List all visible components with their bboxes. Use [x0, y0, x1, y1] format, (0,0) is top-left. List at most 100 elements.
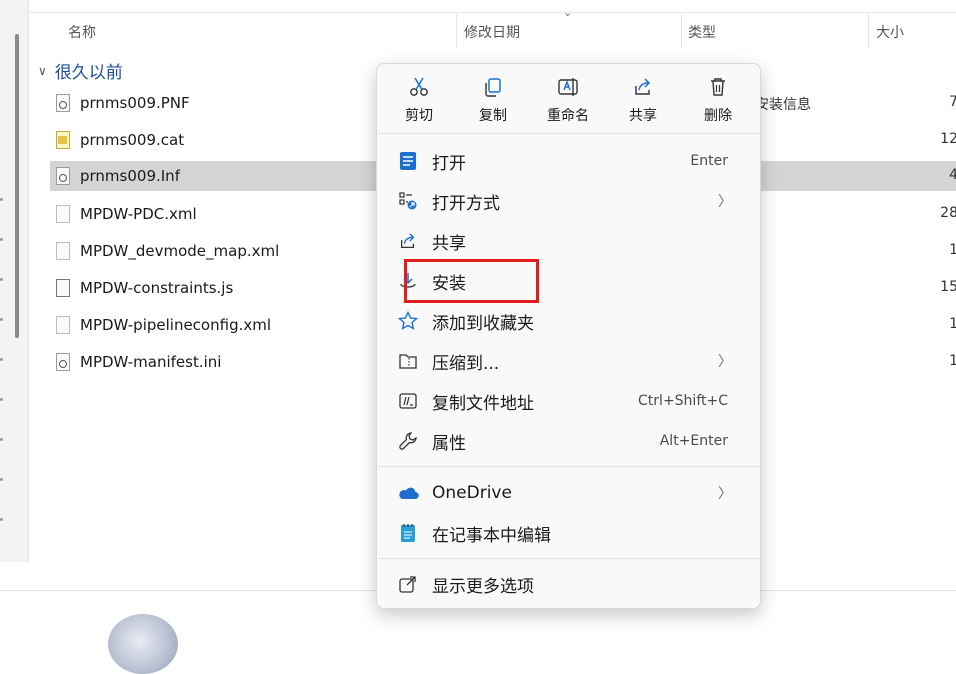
cut-icon: [410, 77, 428, 96]
star-icon: [397, 310, 419, 332]
menu-item-label: 共享: [432, 233, 466, 254]
file-size: 1: [949, 353, 956, 369]
install-highlight-box: [404, 259, 539, 303]
nav-dot: [0, 438, 3, 441]
menu-item-shortcut: Alt+Enter: [659, 433, 728, 449]
file-size: 1: [949, 316, 956, 332]
file-size: 12: [940, 131, 956, 147]
menu-item-edit-in-notepad[interactable]: 在记事本中编辑: [389, 515, 748, 551]
menu-item-share[interactable]: 共享: [389, 223, 748, 259]
menu-separator: [378, 466, 759, 467]
file-name: prnms009.PNF: [80, 94, 190, 112]
menu-item-show-more-options[interactable]: 显示更多选项: [389, 566, 748, 602]
menu-item-label: 打开: [432, 153, 466, 174]
menu-separator: [378, 558, 759, 559]
settings-file-icon: [56, 353, 70, 371]
rename-label: 重命名: [547, 108, 589, 124]
column-divider[interactable]: [681, 14, 682, 48]
header-top-border: [28, 12, 956, 13]
delete-label: 删除: [704, 108, 732, 124]
nav-dot: [0, 278, 3, 281]
column-divider[interactable]: [868, 14, 869, 48]
file-size: 1: [949, 242, 956, 258]
file-name: MPDW_devmode_map.xml: [80, 242, 280, 260]
menu-item-properties[interactable]: 属性 Alt+Enter: [389, 423, 748, 459]
file-size: 15: [940, 279, 956, 295]
file-type: 安装信息: [755, 97, 811, 113]
chevron-down-icon: ∨: [38, 63, 47, 78]
gear-file-icon: [56, 94, 70, 112]
menu-item-shortcut: Ctrl+Shift+C: [638, 393, 728, 409]
column-divider[interactable]: [456, 14, 457, 48]
column-header-size[interactable]: 大小: [876, 22, 904, 42]
file-name: MPDW-constraints.js: [80, 279, 234, 297]
file-size: 4: [949, 167, 956, 183]
share-button[interactable]: 共享: [613, 76, 673, 125]
context-menu: 剪切 复制 重命名 共享 删除 打开 Enter 打开方式 〉 共享 安装 添加…: [376, 63, 761, 609]
blank-file-icon: [56, 205, 70, 223]
delete-icon: [711, 78, 725, 96]
open-with-icon: [397, 190, 419, 212]
share-icon: [635, 78, 651, 95]
menu-item-add-to-favorites[interactable]: 添加到收藏夹: [389, 303, 748, 339]
column-header-name[interactable]: 名称: [68, 22, 96, 42]
menu-item-label: 属性: [432, 433, 466, 454]
copy-button[interactable]: 复制: [463, 76, 523, 125]
file-size: 7: [949, 94, 956, 110]
notepad-icon: [397, 522, 419, 544]
file-size: 28: [940, 205, 956, 221]
context-menu-toolbar: 剪切 复制 重命名 共享 删除: [377, 64, 760, 134]
navigation-scrollbar[interactable]: [15, 34, 19, 338]
menu-item-shortcut: Enter: [690, 153, 728, 169]
sort-chevron-icon: ⌄: [563, 6, 573, 19]
menu-item-compress[interactable]: 压缩到... 〉: [389, 343, 748, 379]
share-icon: [397, 230, 419, 252]
share-label: 共享: [629, 108, 657, 124]
file-name: MPDW-manifest.ini: [80, 353, 222, 371]
file-name: MPDW-PDC.xml: [80, 205, 197, 223]
wrench-icon: [397, 430, 419, 452]
more-options-icon: [397, 573, 419, 595]
file-name: prnms009.Inf: [80, 167, 180, 185]
file-name: prnms009.cat: [80, 131, 185, 149]
setup-file-icon: [56, 167, 70, 185]
menu-item-onedrive[interactable]: OneDrive 〉: [389, 475, 748, 511]
copy-label: 复制: [479, 108, 507, 124]
menu-item-label: OneDrive: [432, 483, 512, 503]
avatar: [108, 614, 178, 674]
menu-item-open-with[interactable]: 打开方式 〉: [389, 183, 748, 219]
chevron-right-icon: 〉: [718, 486, 732, 502]
menu-item-label: 打开方式: [432, 193, 500, 214]
open-app-icon: [397, 150, 419, 172]
chevron-right-icon: 〉: [718, 354, 732, 370]
copy-icon: [485, 78, 501, 97]
delete-button[interactable]: 删除: [688, 76, 748, 125]
group-label: 很久以前: [54, 63, 123, 83]
blank-file-icon: [56, 242, 70, 260]
group-header-long-ago[interactable]: ∨ 很久以前: [38, 58, 123, 83]
column-header-date[interactable]: 修改日期: [464, 22, 520, 42]
nav-dot: [0, 198, 3, 201]
zip-folder-icon: [397, 350, 419, 372]
chevron-right-icon: 〉: [718, 194, 732, 210]
menu-item-label: 添加到收藏夹: [432, 313, 534, 334]
menu-item-copy-path[interactable]: 复制文件地址 Ctrl+Shift+C: [389, 383, 748, 419]
script-file-icon: [56, 279, 70, 297]
menu-item-label: 显示更多选项: [432, 576, 534, 597]
file-name: MPDW-pipelineconfig.xml: [80, 316, 272, 334]
cut-label: 剪切: [405, 108, 433, 124]
onedrive-cloud-icon: [397, 482, 419, 504]
rename-button[interactable]: 重命名: [538, 76, 598, 125]
cut-button[interactable]: 剪切: [389, 76, 449, 125]
navigation-pane-strip: [0, 0, 29, 562]
column-header-type[interactable]: 类型: [688, 22, 716, 42]
menu-separator: [378, 133, 759, 134]
menu-item-open[interactable]: 打开 Enter: [389, 143, 748, 179]
nav-dot: [0, 318, 3, 321]
copy-path-icon: [397, 390, 419, 412]
nav-dot: [0, 398, 3, 401]
nav-dot: [0, 478, 3, 481]
nav-dot: [0, 358, 3, 361]
nav-dot: [0, 518, 3, 521]
catalog-file-icon: [56, 131, 70, 149]
